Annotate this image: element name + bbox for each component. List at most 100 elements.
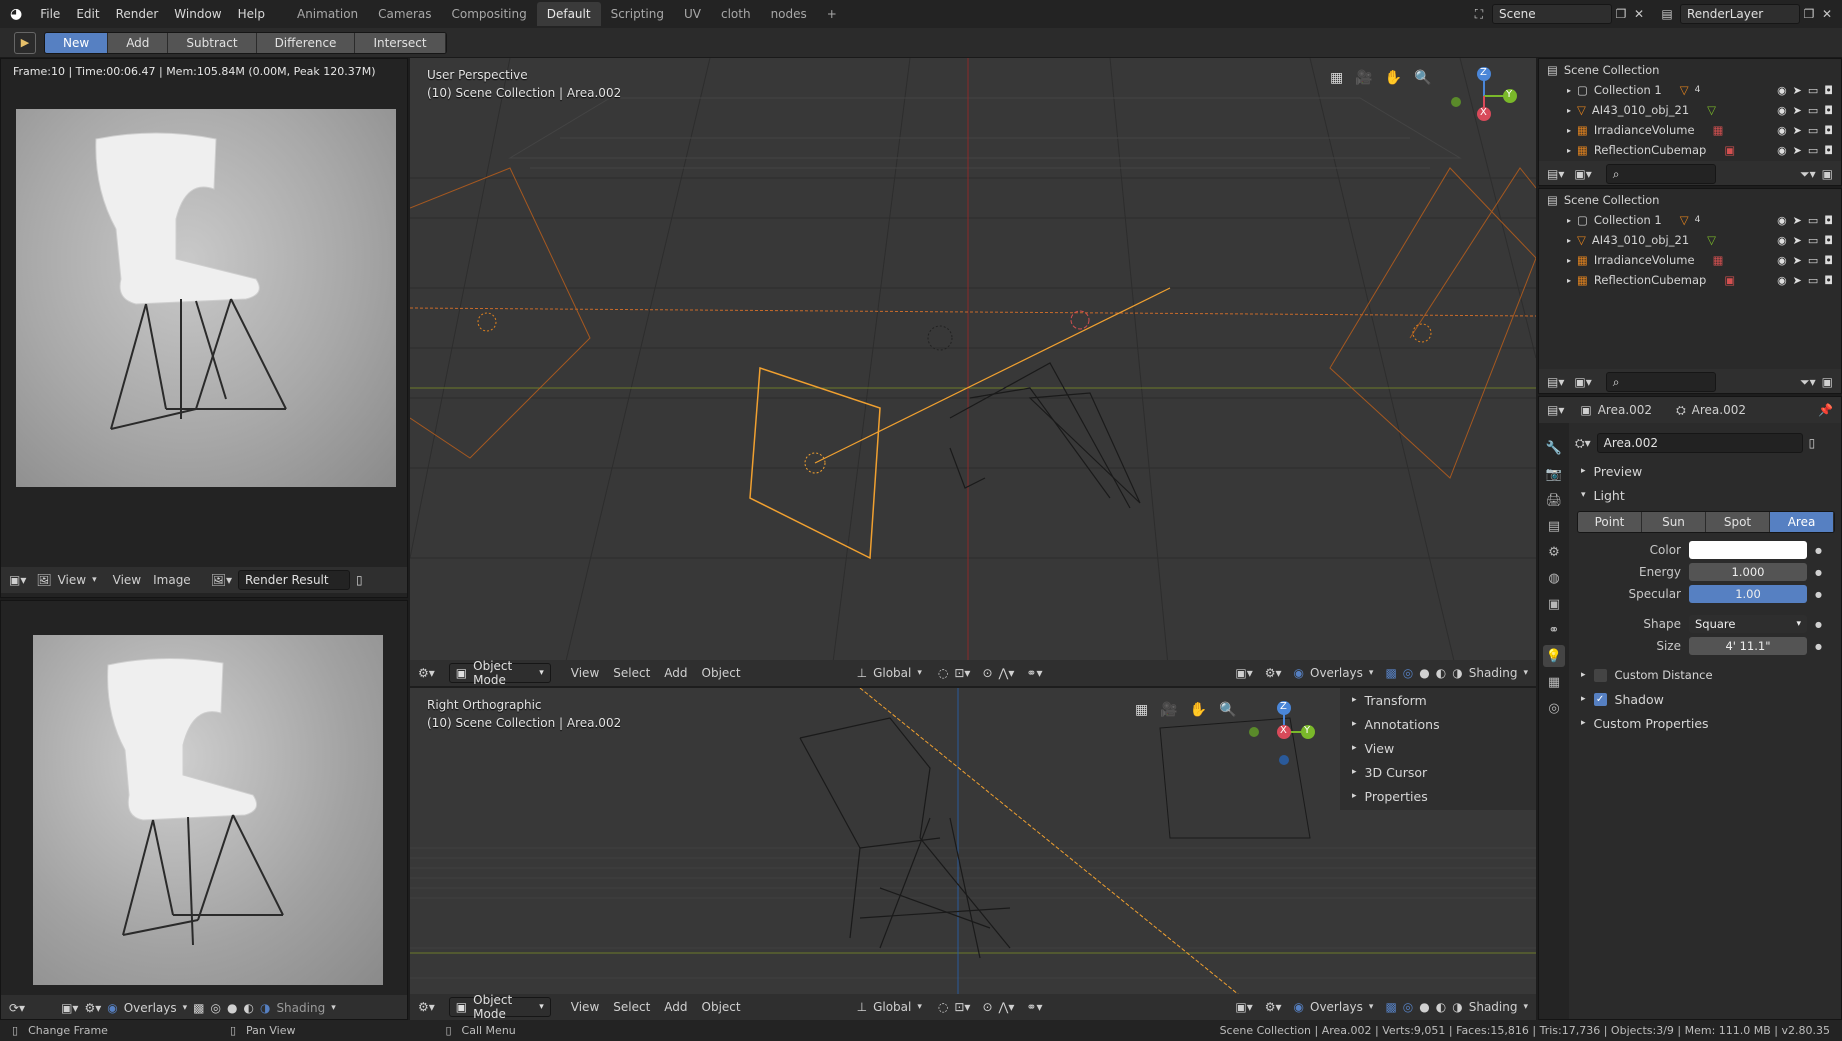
overlays-label[interactable]: Overlays <box>124 1001 177 1015</box>
n-panel-annotations[interactable]: ▸ Annotations <box>1340 712 1536 736</box>
select-arrow-icon[interactable]: ➤ <box>1793 254 1802 267</box>
select-menu-top[interactable]: Select <box>613 666 650 680</box>
n-panel-view[interactable]: ▸ View <box>1340 736 1536 760</box>
tab-cameras[interactable]: Cameras <box>368 2 441 26</box>
gizmo-icon[interactable]: ⚙▾ <box>1265 666 1282 680</box>
orientation-label[interactable]: Global <box>873 666 911 680</box>
visibility-toggles[interactable]: ◉ ➤ ▭ ◘ <box>1777 254 1833 267</box>
orientation-label-2[interactable]: Global <box>873 1000 911 1014</box>
select-arrow-icon[interactable]: ➤ <box>1793 234 1802 247</box>
new-collection-icon[interactable]: ▣ <box>1822 167 1833 181</box>
shading-solid-icon[interactable]: ● <box>227 1001 237 1015</box>
outliner-item[interactable]: ▸ ▦ ReflectionCubemap ▣ ◉ ➤ ▭ ◘ <box>1539 270 1841 290</box>
tab-cloth[interactable]: cloth <box>711 2 761 26</box>
eye-icon[interactable]: ◉ <box>1777 104 1787 117</box>
outliner-item[interactable]: ▸ ▽ AI43_010_obj_21 ▽ ◉ ➤ ▭ ◘ <box>1539 100 1841 120</box>
editor-type-icon-3[interactable]: ⚙▾ <box>418 666 435 680</box>
image-browse-icon[interactable]: 🖼▾ <box>211 573 232 587</box>
object-tab-icon[interactable]: ▣ <box>1543 593 1565 615</box>
camera-icon[interactable]: ◘ <box>1824 84 1833 97</box>
outliner-editor-icon-2[interactable]: ▤▾ <box>1547 375 1564 389</box>
solid-icon-top[interactable]: ● <box>1419 666 1429 680</box>
visibility-toggles[interactable]: ◉ ➤ ▭ ◘ <box>1777 234 1833 247</box>
zoom-icon-2[interactable]: 🔍 <box>1219 702 1236 718</box>
n-panel-properties[interactable]: ▸ Properties <box>1340 784 1536 808</box>
xray-icon-bottom[interactable]: ▩ <box>1385 1000 1396 1014</box>
color-swatch[interactable] <box>1689 541 1807 559</box>
filter-icon[interactable]: ⏷▾ <box>1800 167 1816 182</box>
camera-icon[interactable]: ◘ <box>1824 124 1833 137</box>
select-arrow-icon[interactable]: ➤ <box>1793 274 1802 287</box>
monitor-icon[interactable]: ▭ <box>1808 214 1818 227</box>
outliner-item[interactable]: ▸ ▢ Collection 1 ▽ 4 ◉ ➤ ▭ ◘ <box>1539 210 1841 230</box>
camera-icon[interactable]: ◘ <box>1824 104 1833 117</box>
copy-layer-icon[interactable]: ❐ <box>1800 5 1818 23</box>
display-mode-icon[interactable]: ▣▾ <box>1574 167 1591 181</box>
shape-dropdown[interactable]: Square ▾ <box>1689 615 1807 633</box>
outliner-root[interactable]: ▤ Scene Collection <box>1539 60 1841 80</box>
transform-orientation-icon-2[interactable]: ⊥ <box>857 1000 867 1014</box>
mode-add-button[interactable]: Add <box>108 32 169 53</box>
view-layer-icon[interactable]: ▤ <box>1658 5 1676 23</box>
grid-toggle-icon-2[interactable]: ▦ <box>1135 702 1148 718</box>
object-menu-top[interactable]: Object <box>702 666 741 680</box>
size-field[interactable]: 4' 11.1" <box>1689 637 1807 655</box>
proportional-icon-2[interactable]: ⊙ <box>982 1000 992 1014</box>
ortho-nav-gizmo[interactable]: Z Y X <box>1240 698 1320 768</box>
display-mode-icon-2[interactable]: ▣▾ <box>1574 375 1591 389</box>
view-layer-field[interactable]: RenderLayer <box>1680 4 1800 24</box>
new-collection-icon-2[interactable]: ▣ <box>1822 375 1833 389</box>
visibility-icon-2[interactable]: ▣▾ <box>1235 1000 1252 1014</box>
transform-orientation-icon[interactable]: ⊥ <box>857 666 867 680</box>
visibility-toggles[interactable]: ◉ ➤ ▭ ◘ <box>1777 274 1833 287</box>
visibility-toggles[interactable]: ◉ ➤ ▭ ◘ <box>1777 84 1833 97</box>
overlays-icon-top[interactable]: ◉ <box>1294 666 1304 680</box>
add-menu-bottom[interactable]: Add <box>664 1000 687 1014</box>
light-type-sun[interactable]: Sun <box>1642 512 1706 532</box>
rendered-icon-bottom[interactable]: ◑ <box>1452 1000 1462 1014</box>
view-dropdown[interactable]: View <box>58 573 86 587</box>
wire-icon-bottom[interactable]: ◎ <box>1403 1000 1413 1014</box>
camera-icon[interactable]: ◘ <box>1824 144 1833 157</box>
output-tab-icon[interactable]: 🖨 <box>1543 489 1565 511</box>
select-arrow-icon[interactable]: ➤ <box>1793 84 1802 97</box>
mode-new-button[interactable]: New <box>45 32 109 53</box>
render-tab-icon[interactable]: 📷 <box>1543 463 1565 485</box>
scene-icon[interactable]: ⛶ <box>1470 5 1488 23</box>
light-type-area[interactable]: Area <box>1770 512 1834 532</box>
shadow-section[interactable]: ▸ ✓ Shadow <box>1569 687 1841 711</box>
material-icon-top[interactable]: ◐ <box>1436 666 1446 680</box>
monitor-icon[interactable]: ▭ <box>1808 254 1818 267</box>
visibility-toggles[interactable]: ◉ ➤ ▭ ◘ <box>1777 144 1833 157</box>
tab-uv[interactable]: UV <box>674 2 711 26</box>
close-scene-icon[interactable]: ✕ <box>1630 5 1648 23</box>
editor-type-icon[interactable]: ▣▾ <box>9 573 26 587</box>
monitor-icon[interactable]: ▭ <box>1808 104 1818 117</box>
viewport-orthographic[interactable]: Right Orthographic (10) Scene Collection… <box>410 688 1536 1020</box>
camera-view-icon[interactable]: 🎥 <box>1355 70 1372 86</box>
select-tool-icon[interactable]: ▶ <box>14 31 36 54</box>
n-panel-transform[interactable]: ▸ Transform <box>1340 688 1536 712</box>
image-view-icon[interactable]: 🖼 <box>36 573 51 587</box>
light-datablock-field[interactable]: Area.002 <box>1596 433 1803 453</box>
pivot-icon[interactable]: ◌ <box>938 666 948 680</box>
monitor-icon[interactable]: ▭ <box>1808 144 1818 157</box>
camera-view-icon-2[interactable]: 🎥 <box>1160 702 1177 718</box>
tab-animation[interactable]: Animation <box>287 2 368 26</box>
keyframe-dot-icon[interactable]: ● <box>1815 546 1822 555</box>
menu-file[interactable]: File <box>32 7 68 21</box>
snap-icon-2[interactable]: ⊡▾ <box>954 1000 970 1014</box>
outliner-root[interactable]: ▤ Scene Collection <box>1539 190 1841 210</box>
outliner-editor-icon[interactable]: ▤▾ <box>1547 167 1564 181</box>
snap-icon[interactable]: ⊡▾ <box>954 666 970 680</box>
link-icon-2[interactable]: ⚭▾ <box>1026 1000 1042 1014</box>
view-menu-bottom[interactable]: View <box>571 1000 599 1014</box>
render-image[interactable] <box>16 109 396 487</box>
pin-icon[interactable]: ▯ <box>356 573 363 587</box>
properties-editor-icon[interactable]: ▤▾ <box>1547 403 1564 417</box>
visibility-toggles[interactable]: ◉ ➤ ▭ ◘ <box>1777 104 1833 117</box>
light-browse-icon[interactable]: ⛭▾ <box>1575 436 1591 451</box>
camera-icon[interactable]: ◘ <box>1824 214 1833 227</box>
shadow-checkbox[interactable]: ✓ <box>1593 692 1607 706</box>
light-type-spot[interactable]: Spot <box>1706 512 1770 532</box>
